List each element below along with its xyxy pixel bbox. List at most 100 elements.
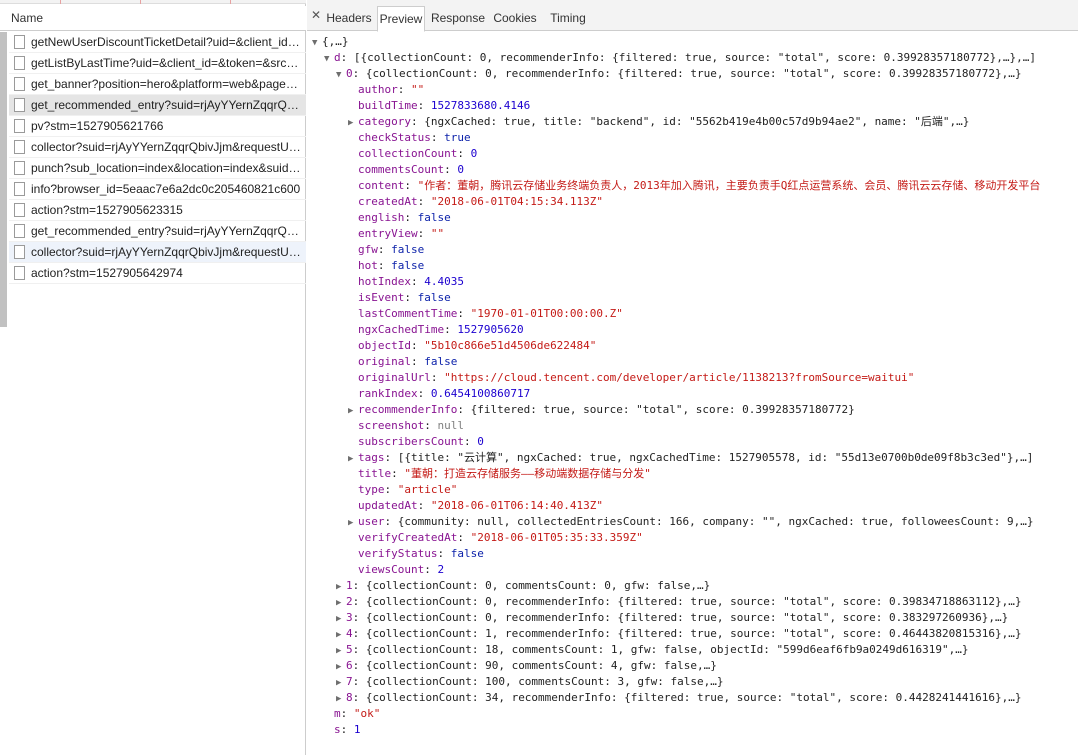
- json-line[interactable]: ▶ 3: {collectionCount: 0, recommenderInfo…: [336, 610, 1008, 626]
- tab-preview[interactable]: Preview: [377, 6, 425, 32]
- json-value: : {filtered: true, source: "total", scor…: [457, 403, 855, 416]
- tab-response[interactable]: Response: [430, 6, 486, 31]
- json-key: original: [358, 355, 411, 368]
- request-row[interactable]: getListByLastTime?uid=&client_id=&token=…: [9, 53, 306, 74]
- json-key: originalUrl: [358, 371, 431, 384]
- collapsed-triangle-icon[interactable]: ▶: [348, 403, 358, 419]
- collapsed-triangle-icon[interactable]: ▶: [348, 515, 358, 531]
- json-key: title: [358, 467, 392, 480]
- json-value: :: [384, 483, 398, 496]
- json-value: :: [417, 499, 431, 512]
- request-row[interactable]: action?stm=1527905642974: [9, 263, 306, 284]
- json-key: content: [358, 179, 405, 192]
- collapsed-triangle-icon[interactable]: ▶: [336, 691, 346, 707]
- json-line[interactable]: ▶ user: {community: null, collectedEntrie…: [348, 514, 1034, 530]
- request-row[interactable]: info?browser_id=5eaac7e6a2dc0c205460821c…: [9, 179, 306, 200]
- request-name: punch?sub_location=index&location=index&…: [31, 161, 303, 175]
- document-icon: [14, 77, 25, 91]
- document-icon: [14, 56, 25, 70]
- json-line[interactable]: ▶ 4: {collectionCount: 1, recommenderInfo…: [336, 626, 1022, 642]
- json-value: :: [430, 371, 445, 384]
- collapsed-triangle-icon[interactable]: ▶: [336, 611, 346, 627]
- close-icon[interactable]: ✕: [309, 8, 323, 22]
- request-row[interactable]: collector?suid=rjAyYYernZqqrQbivJjm&requ…: [9, 137, 306, 158]
- json-key: subscribersCount: [358, 435, 464, 448]
- json-value: "2018-06-01T05:35:33.359Z": [470, 531, 643, 544]
- json-line[interactable]: ▶ 5: {collectionCount: 18, commentsCount:…: [336, 642, 969, 658]
- document-icon: [14, 182, 25, 196]
- json-line[interactable]: ▼ d: [{collectionCount: 0, recommenderInf…: [324, 50, 1036, 66]
- request-list-panel: Name getNewUserDiscountTicketDetail?uid=…: [0, 0, 306, 755]
- json-value: false: [391, 259, 425, 272]
- expanded-triangle-icon[interactable]: ▼: [312, 35, 322, 51]
- collapsed-triangle-icon[interactable]: ▶: [336, 579, 346, 595]
- json-line[interactable]: ▶ tags: [{title: "云计算", ngxCached: true, …: [348, 450, 1033, 466]
- collapsed-triangle-icon[interactable]: ▶: [336, 643, 346, 659]
- request-row[interactable]: collector?suid=rjAyYYernZqqrQbivJjm&requ…: [9, 242, 306, 263]
- json-key: category: [358, 115, 411, 128]
- json-key: author: [358, 83, 398, 96]
- json-line: hot: false: [348, 258, 424, 274]
- tab-cookies[interactable]: Cookies: [489, 6, 541, 31]
- json-key: verifyStatus: [358, 547, 438, 560]
- json-line[interactable]: ▶ category: {ngxCached: true, title: "bac…: [348, 114, 969, 130]
- request-row[interactable]: punch?sub_location=index&location=index&…: [9, 158, 306, 179]
- json-line[interactable]: ▼ {,…}: [312, 34, 349, 50]
- json-line: verifyCreatedAt: "2018-06-01T05:35:33.35…: [348, 530, 643, 546]
- collapsed-triangle-icon[interactable]: ▶: [336, 659, 346, 675]
- json-line[interactable]: ▶ recommenderInfo: {filtered: true, sourc…: [348, 402, 855, 418]
- json-value: 0.6454100860717: [430, 387, 531, 400]
- json-line[interactable]: ▶ 1: {collectionCount: 0, commentsCount: …: [336, 578, 710, 594]
- request-row[interactable]: pv?stm=1527905621766: [9, 116, 306, 137]
- json-line: m: "ok": [324, 706, 380, 722]
- tab-timing[interactable]: Timing: [545, 6, 591, 31]
- request-list-scrollbar[interactable]: [0, 32, 7, 327]
- request-row[interactable]: get_banner?position=hero&platform=web&pa…: [9, 74, 306, 95]
- request-row[interactable]: getNewUserDiscountTicketDetail?uid=&clie…: [9, 32, 306, 53]
- document-icon: [14, 140, 25, 154]
- request-row[interactable]: get_recommended_entry?suid=rjAyYYernZqqr…: [9, 95, 306, 116]
- request-row[interactable]: action?stm=1527905623315: [9, 200, 306, 221]
- json-key: objectId: [358, 339, 411, 352]
- name-column-header[interactable]: Name: [0, 6, 306, 31]
- json-line[interactable]: ▼ 0: {collectionCount: 0, recommenderInfo…: [336, 66, 1022, 82]
- expanded-triangle-icon[interactable]: ▼: [324, 51, 334, 67]
- request-name: pv?stm=1527905621766: [31, 119, 164, 133]
- json-line: verifyStatus: false: [348, 546, 484, 562]
- json-key: viewsCount: [358, 563, 425, 576]
- request-name: info?browser_id=5eaac7e6a2dc0c205460821c…: [31, 182, 301, 196]
- json-value: "": [411, 83, 425, 96]
- request-row[interactable]: get_recommended_entry?suid=rjAyYYernZqqr…: [9, 221, 306, 242]
- json-value: "ok": [353, 707, 381, 720]
- collapsed-triangle-icon[interactable]: ▶: [336, 675, 346, 691]
- json-line[interactable]: ▶ 2: {collectionCount: 0, recommenderInfo…: [336, 594, 1022, 610]
- collapsed-triangle-icon[interactable]: ▶: [336, 595, 346, 611]
- json-line[interactable]: ▶ 7: {collectionCount: 100, commentsCount…: [336, 674, 724, 690]
- json-value: : [{title: "云计算", ngxCached: true, ngxCa…: [384, 451, 1034, 464]
- json-value: : {collectionCount: 0, recommenderInfo: …: [352, 611, 1009, 624]
- json-value: :: [404, 291, 418, 304]
- json-key: 5: [346, 643, 353, 656]
- json-line[interactable]: ▶ 6: {collectionCount: 90, commentsCount:…: [336, 658, 717, 674]
- collapsed-triangle-icon[interactable]: ▶: [348, 115, 358, 131]
- json-key: 4: [346, 627, 353, 640]
- json-key: ngxCachedTime: [358, 323, 445, 336]
- json-value: 4.4035: [424, 275, 464, 288]
- expanded-triangle-icon[interactable]: ▼: [336, 67, 346, 83]
- collapsed-triangle-icon[interactable]: ▶: [336, 627, 346, 643]
- collapsed-triangle-icon[interactable]: ▶: [348, 451, 358, 467]
- json-value: :: [391, 467, 405, 480]
- json-line: checkStatus: true: [348, 130, 471, 146]
- json-line[interactable]: ▶ 8: {collectionCount: 34, recommenderInf…: [336, 690, 1022, 706]
- request-name: collector?suid=rjAyYYernZqqrQbivJjm&requ…: [31, 140, 303, 154]
- tab-headers[interactable]: Headers: [324, 6, 374, 31]
- document-icon: [14, 119, 25, 133]
